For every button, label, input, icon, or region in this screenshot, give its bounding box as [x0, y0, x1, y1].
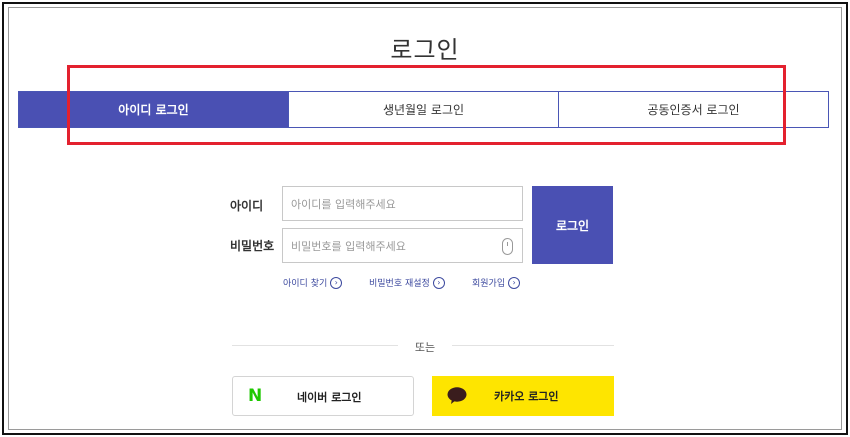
page-title: 로그인 [390, 36, 460, 64]
virtual-keyboard-icon[interactable] [502, 238, 513, 255]
signup-link[interactable]: 회원가입 › [472, 276, 521, 289]
id-input[interactable]: 아이디를 입력해주세요 [282, 186, 523, 221]
id-placeholder: 아이디를 입력해주세요 [291, 197, 396, 211]
tab-birthdate-login[interactable]: 생년월일 로그인 [288, 92, 558, 127]
find-id-link[interactable]: 아이디 찾기 › [283, 276, 343, 289]
kakao-login-button[interactable]: 카카오 로그인 [432, 376, 614, 416]
naver-logo-icon: N [248, 386, 263, 406]
naver-login-button[interactable]: N 네이버 로그인 [232, 376, 414, 416]
kakao-login-label: 카카오 로그인 [494, 390, 559, 403]
tab-certificate-login[interactable]: 공동인증서 로그인 [558, 92, 828, 127]
signup-label: 회원가입 [472, 279, 506, 289]
password-input[interactable]: 비밀번호를 입력해주세요 [282, 228, 523, 263]
chevron-right-icon: › [432, 276, 445, 289]
divider-right [452, 345, 614, 346]
login-tabs: 아이디 로그인 생년월일 로그인 공동인증서 로그인 [18, 91, 829, 128]
naver-login-label: 네이버 로그인 [297, 391, 362, 404]
password-placeholder: 비밀번호를 입력해주세요 [291, 239, 406, 253]
kakao-speech-bubble-icon [447, 387, 467, 404]
divider-left [232, 345, 398, 346]
find-id-label: 아이디 찾기 [283, 279, 328, 289]
password-label: 비밀번호 [230, 239, 275, 253]
tab-id-login[interactable]: 아이디 로그인 [19, 92, 288, 127]
reset-password-label: 비밀번호 재설정 [369, 279, 430, 289]
chevron-right-icon: › [330, 276, 343, 289]
reset-password-link[interactable]: 비밀번호 재설정 › [369, 276, 445, 289]
chevron-right-icon: › [508, 276, 521, 289]
login-button[interactable]: 로그인 [532, 186, 613, 264]
id-label: 아이디 [230, 199, 264, 213]
or-text: 또는 [414, 341, 436, 354]
